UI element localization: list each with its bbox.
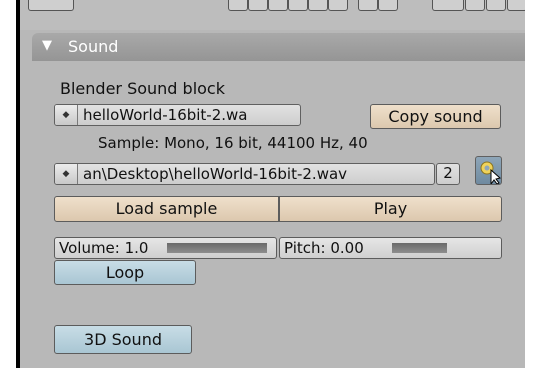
play-button[interactable]: Play bbox=[279, 196, 502, 222]
toolbar-button[interactable] bbox=[328, 0, 348, 11]
sample-path: an\Desktop\helloWorld-16bit-2.wav bbox=[83, 165, 348, 183]
toolbar-button[interactable] bbox=[465, 0, 485, 11]
toolbar-button[interactable] bbox=[486, 0, 506, 11]
triangle-down-icon[interactable]: ▼ bbox=[42, 38, 52, 53]
toolbar-button[interactable] bbox=[28, 0, 74, 11]
toolbar-button[interactable] bbox=[248, 0, 268, 11]
sound-panel: ▼ Sound Blender Sound block ◆ helloWorld… bbox=[20, 0, 525, 368]
toolbar-button[interactable] bbox=[308, 0, 328, 11]
updown-arrows-icon[interactable]: ◆ bbox=[55, 164, 78, 184]
sample-path-selector[interactable]: ◆ an\Desktop\helloWorld-16bit-2.wav bbox=[54, 163, 435, 185]
pack-sample-button[interactable] bbox=[475, 156, 502, 185]
panel-header[interactable]: ▼ Sound bbox=[32, 33, 525, 61]
volume-slider-fill bbox=[167, 243, 267, 253]
load-sample-button[interactable]: Load sample bbox=[54, 196, 279, 222]
toolbar-button[interactable] bbox=[507, 0, 525, 11]
pitch-slider[interactable]: Pitch: 0.00 bbox=[279, 237, 502, 259]
toolbar-button[interactable] bbox=[288, 0, 308, 11]
sound-block-label: Blender Sound block bbox=[60, 79, 225, 98]
volume-slider[interactable]: Volume: 1.0 bbox=[54, 237, 277, 259]
sound-block-selector[interactable]: ◆ helloWorld-16bit-2.wa bbox=[54, 104, 301, 126]
volume-label: Volume: 1.0 bbox=[59, 239, 149, 257]
top-toolbar bbox=[20, 0, 525, 30]
sample-info-text: Sample: Mono, 16 bit, 44100 Hz, 40 bbox=[98, 134, 368, 152]
toolbar-button[interactable] bbox=[228, 0, 248, 11]
toolbar-button[interactable] bbox=[432, 0, 464, 11]
pitch-slider-fill bbox=[392, 243, 447, 253]
sample-users-count: 2 bbox=[436, 163, 460, 185]
gear-icon bbox=[480, 161, 501, 184]
toolbar-button[interactable] bbox=[378, 0, 398, 11]
users-count-text: 2 bbox=[443, 164, 453, 182]
sound-block-name: helloWorld-16bit-2.wa bbox=[83, 106, 248, 124]
updown-arrows-icon[interactable]: ◆ bbox=[55, 105, 78, 125]
panel-title: Sound bbox=[68, 37, 119, 56]
window-frame: ▼ Sound Blender Sound block ◆ helloWorld… bbox=[16, 0, 525, 368]
loop-toggle[interactable]: Loop bbox=[54, 260, 196, 285]
copy-sound-button[interactable]: Copy sound bbox=[370, 104, 501, 129]
toolbar-button[interactable] bbox=[268, 0, 288, 11]
3d-sound-toggle[interactable]: 3D Sound bbox=[54, 325, 192, 354]
toolbar-button[interactable] bbox=[358, 0, 378, 11]
pitch-label: Pitch: 0.00 bbox=[284, 239, 364, 257]
